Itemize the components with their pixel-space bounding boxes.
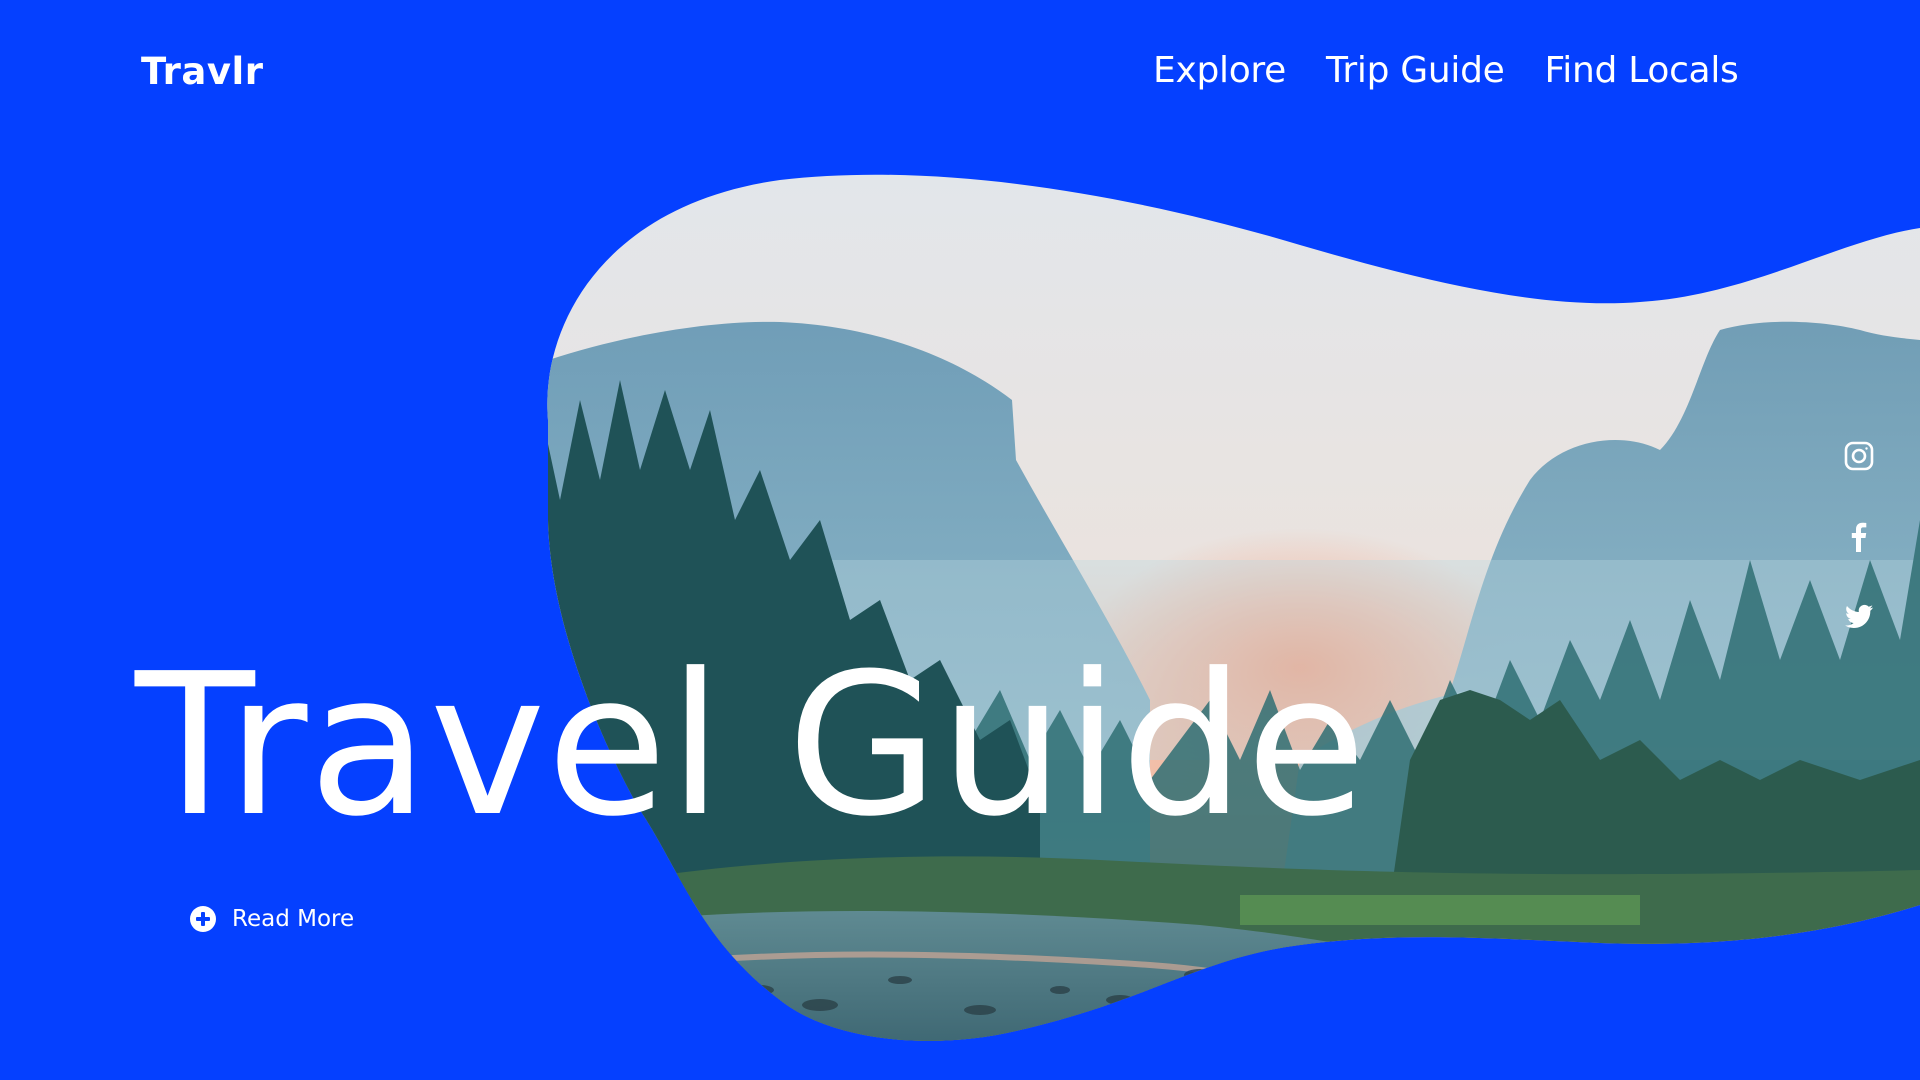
landing-page: Travlr Explore Trip Guide Find Locals Tr… xyxy=(0,0,1920,1080)
nav-item-trip-guide[interactable]: Trip Guide xyxy=(1326,50,1505,91)
main-nav: Explore Trip Guide Find Locals xyxy=(1153,50,1739,91)
read-more-button[interactable]: Read More xyxy=(190,906,354,932)
nav-item-explore[interactable]: Explore xyxy=(1153,50,1286,91)
plus-circle-icon xyxy=(190,906,216,932)
facebook-icon[interactable] xyxy=(1843,520,1875,552)
instagram-icon[interactable] xyxy=(1843,440,1875,472)
brand-logo[interactable]: Travlr xyxy=(141,50,263,93)
social-links xyxy=(1843,440,1877,680)
read-more-label: Read More xyxy=(232,906,355,932)
hero-title: Travel Guide xyxy=(135,632,1368,860)
twitter-icon[interactable] xyxy=(1843,600,1875,632)
nav-item-find-locals[interactable]: Find Locals xyxy=(1545,50,1739,91)
